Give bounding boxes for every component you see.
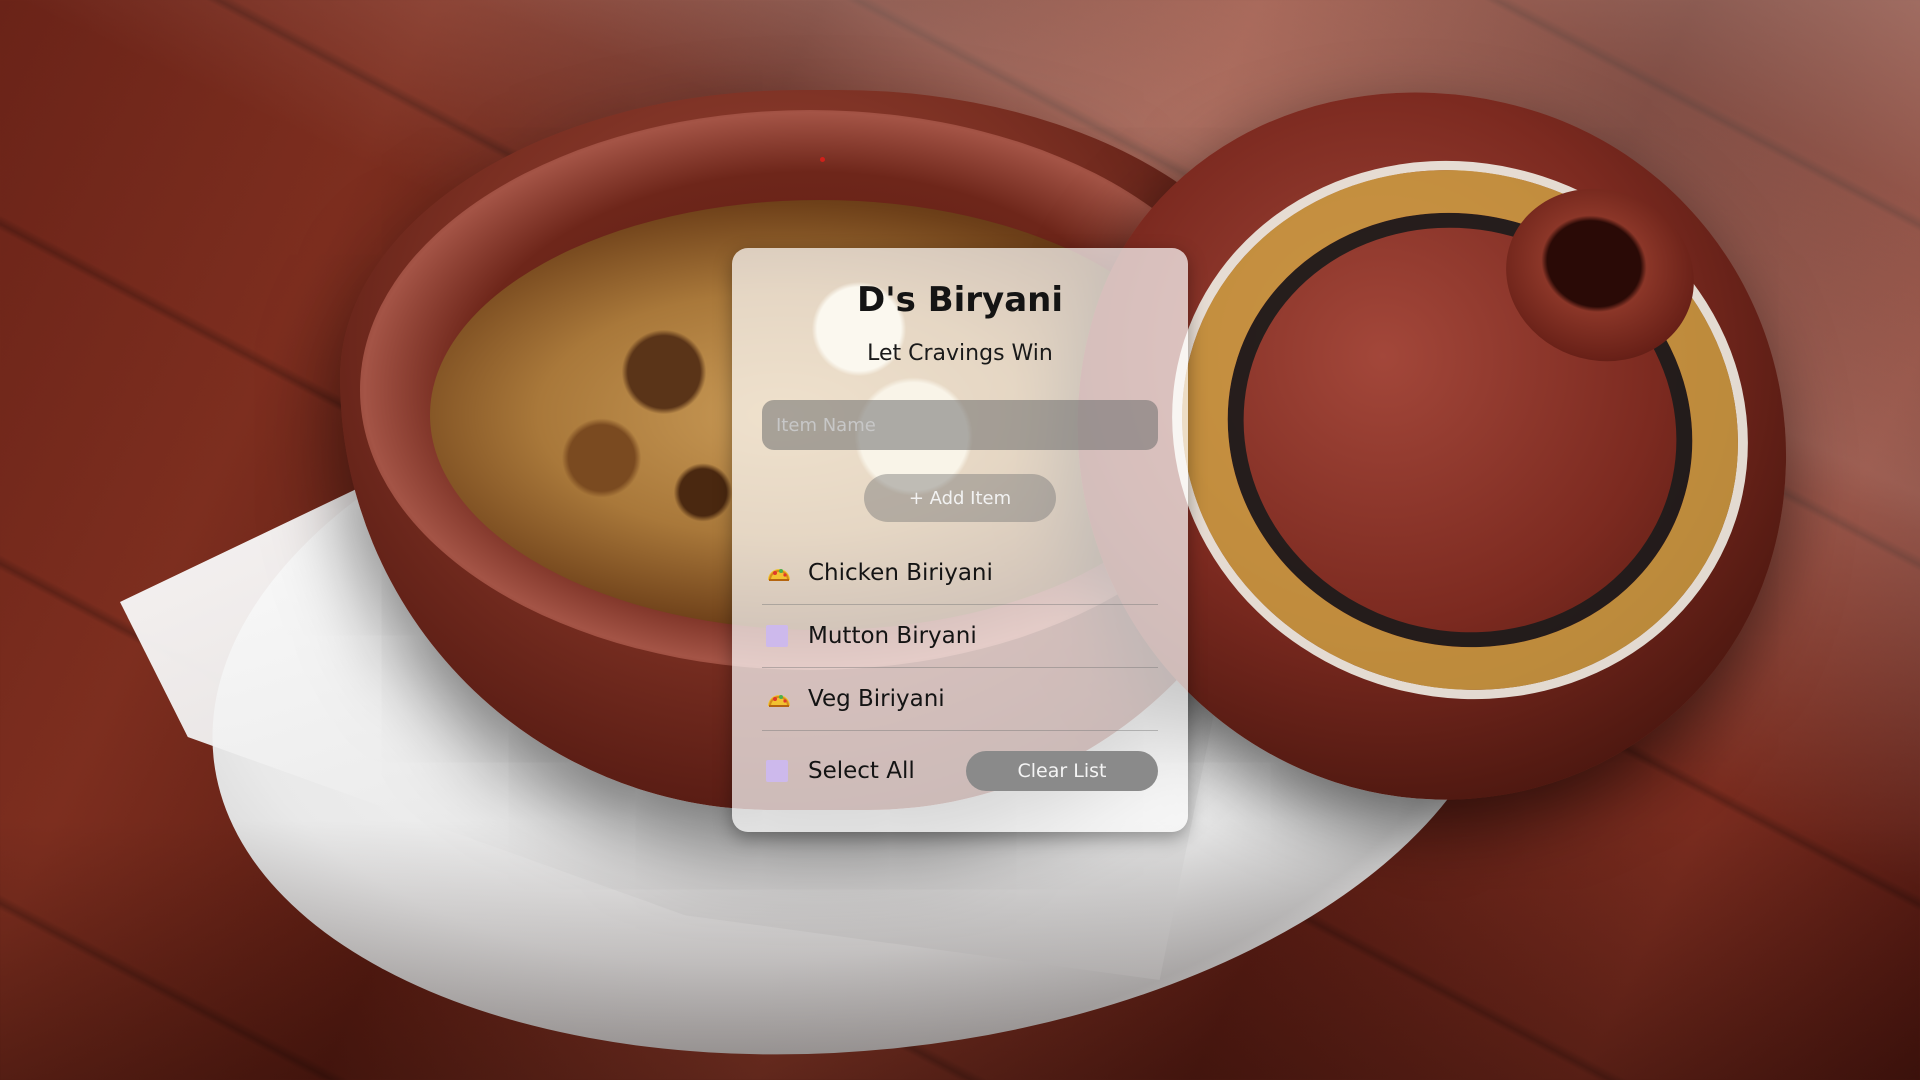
background-shadow — [0, 820, 1920, 1080]
list-item[interactable]: Mutton Biryani — [762, 605, 1158, 668]
list-item-label: Chicken Biriyani — [808, 560, 993, 586]
item-toggle[interactable] — [762, 688, 808, 710]
list-item-label: Veg Biriyani — [808, 686, 945, 712]
list-item[interactable]: Veg Biriyani — [762, 668, 1158, 731]
select-all-toggle[interactable] — [762, 760, 808, 782]
shopping-list-card: D's Biryani Let Cravings Win + Add Item … — [732, 248, 1188, 832]
select-all-label: Select All — [808, 758, 915, 784]
list-footer: Select All Clear List — [762, 735, 1158, 807]
item-toggle[interactable] — [762, 562, 808, 584]
item-list: Chicken Biriyani Mutton Biryani Veg Biri… — [762, 542, 1158, 731]
list-item-label: Mutton Biryani — [808, 623, 977, 649]
list-item[interactable]: Chicken Biriyani — [762, 542, 1158, 605]
clear-list-button[interactable]: Clear List — [966, 751, 1158, 791]
taco-icon — [768, 569, 790, 581]
item-toggle[interactable] — [762, 625, 808, 647]
taco-icon — [768, 695, 790, 707]
select-all-checkbox[interactable] — [766, 760, 788, 782]
checkbox[interactable] — [766, 625, 788, 647]
item-name-input[interactable] — [762, 400, 1158, 450]
add-item-button[interactable]: + Add Item — [864, 474, 1056, 522]
app-subtitle: Let Cravings Win — [867, 341, 1053, 366]
background-red-speck — [820, 157, 825, 162]
app-title: D's Biryani — [856, 280, 1063, 320]
